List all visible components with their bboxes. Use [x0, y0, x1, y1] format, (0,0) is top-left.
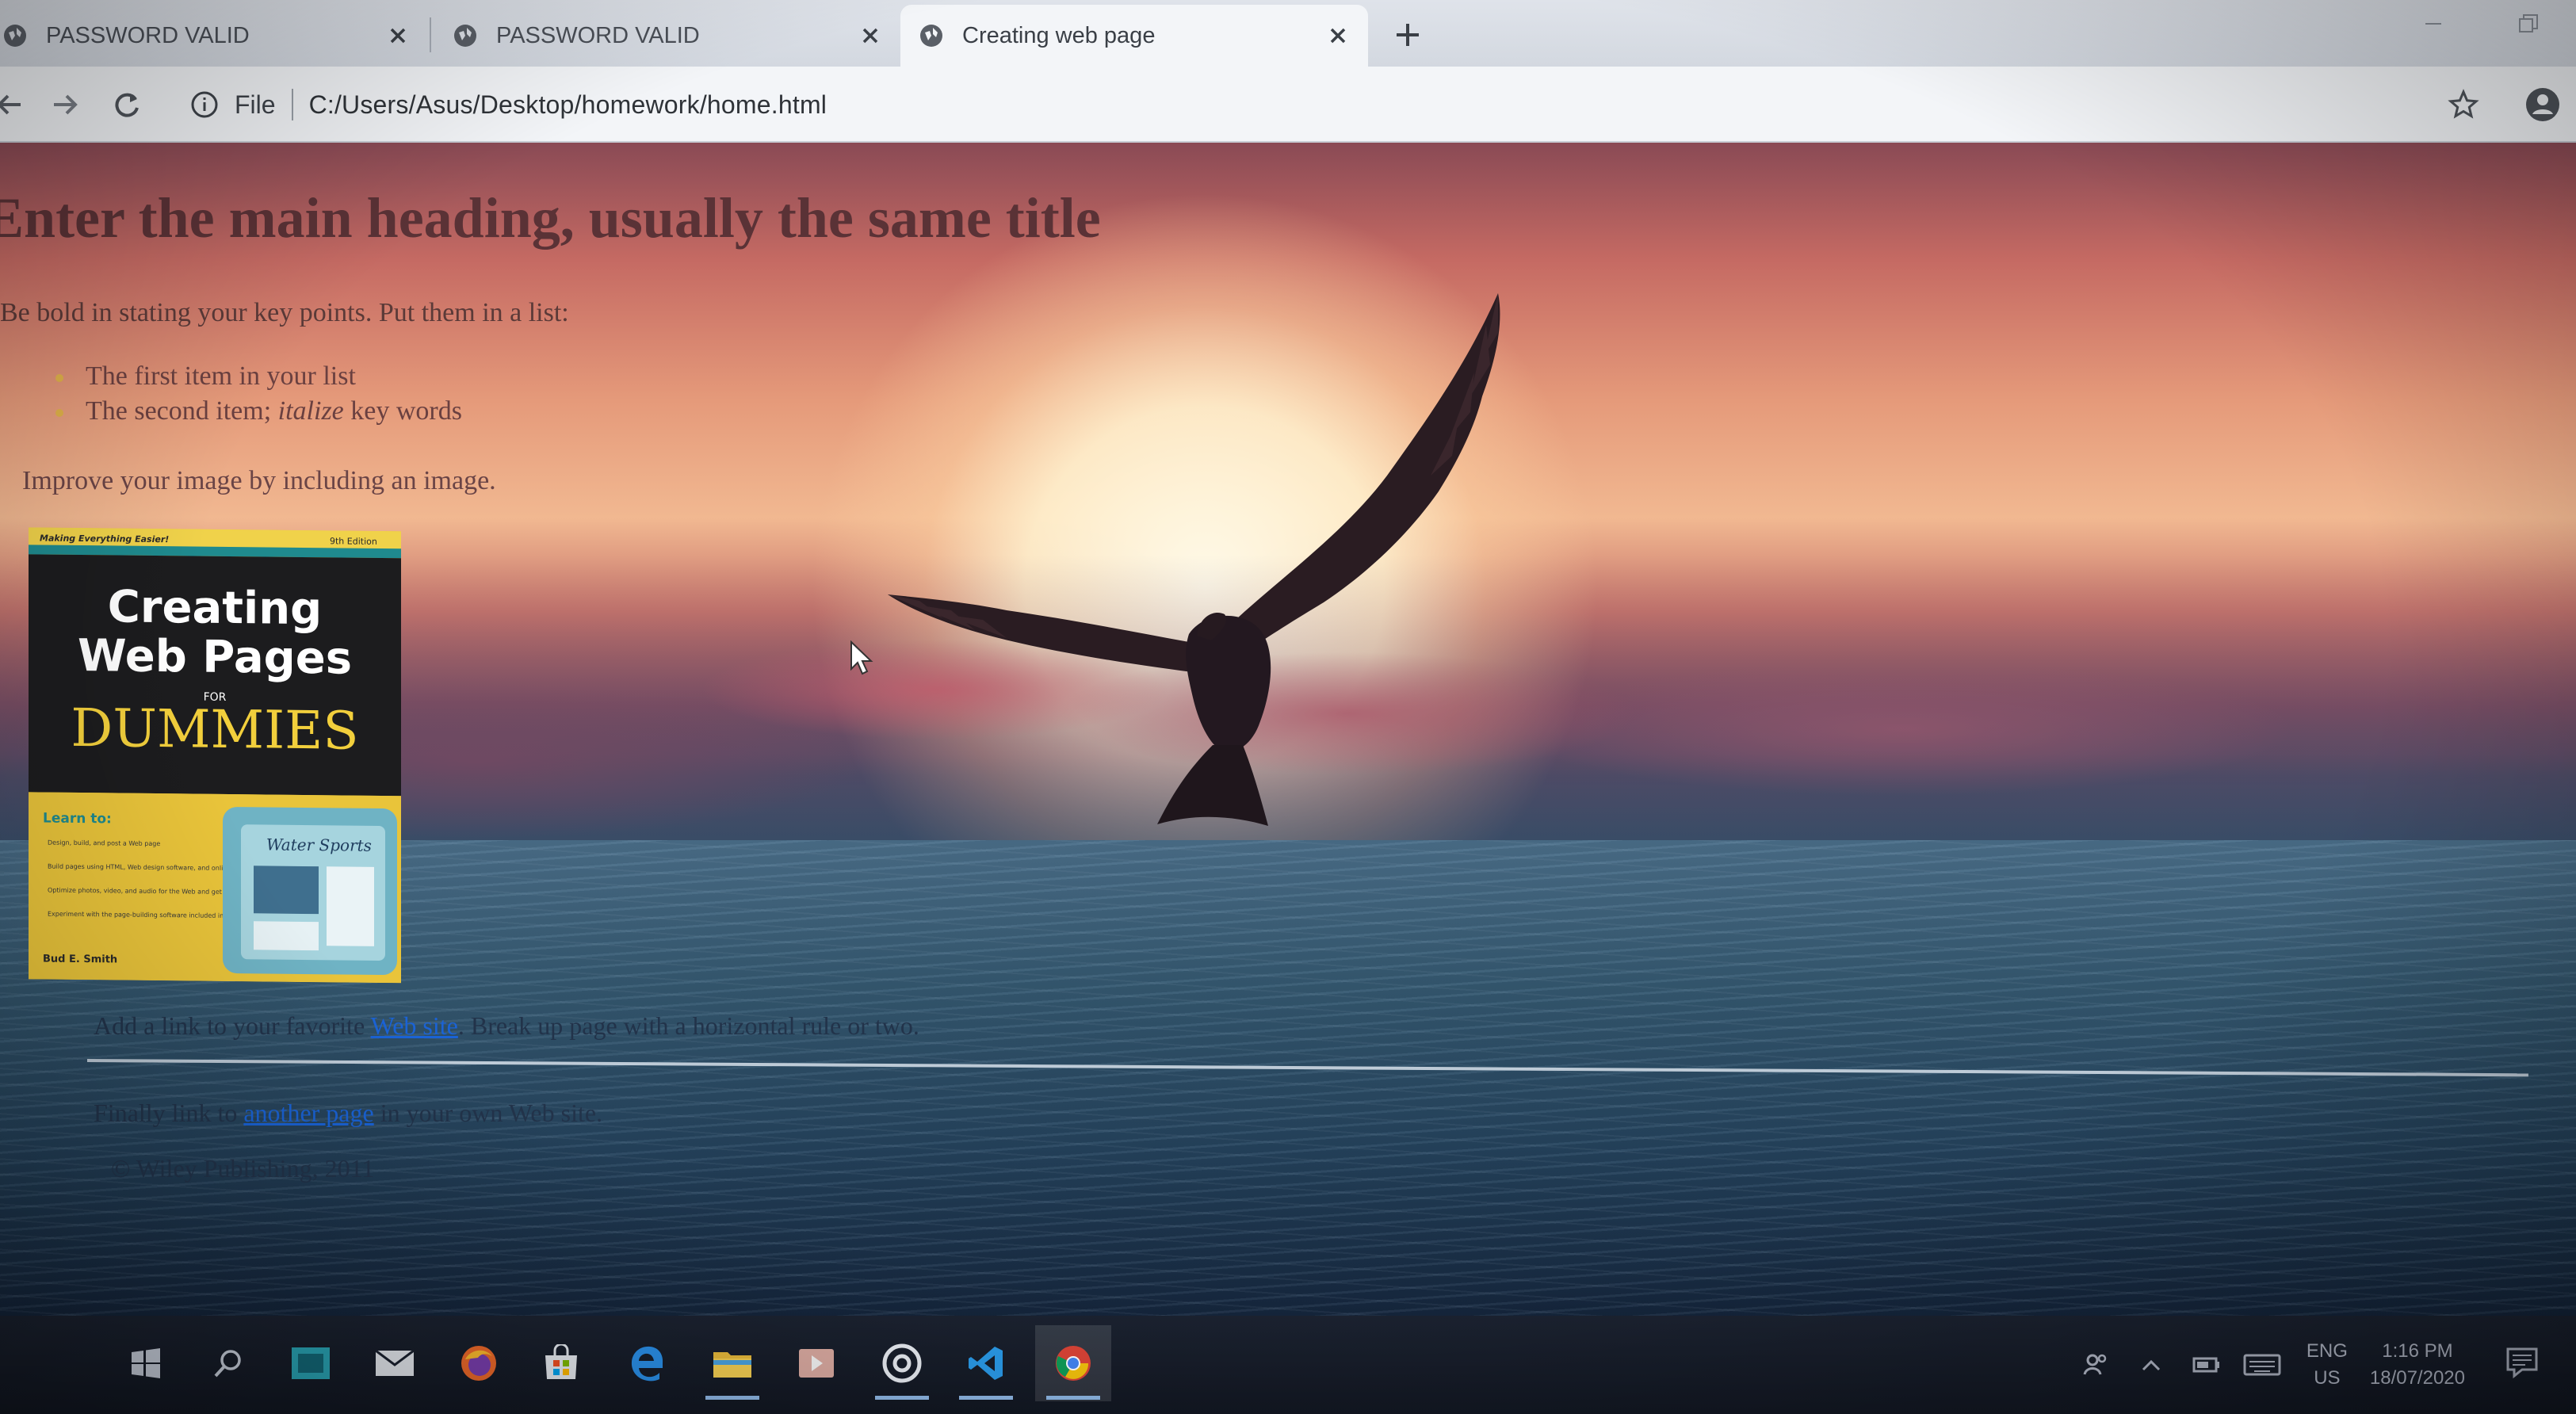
book-dummies: DUMMIES: [71, 697, 358, 762]
restore-button[interactable]: [2481, 0, 2576, 48]
copyright-footer: © Wiley Publishing, 2011: [111, 1154, 375, 1183]
italic-word: italize: [277, 396, 344, 426]
new-tab-button[interactable]: [1389, 16, 1427, 54]
link-paragraph-suffix: . Break up page with a horizontal rule o…: [457, 1011, 919, 1040]
battery-icon[interactable]: [2184, 1343, 2229, 1387]
book-inset-text: Water Sports: [266, 835, 372, 854]
profile-avatar-icon[interactable]: [2521, 82, 2565, 127]
improve-paragraph: Improve your image by including an image…: [22, 466, 496, 495]
mail-icon[interactable]: [357, 1325, 433, 1401]
page-content: Enter the main heading, usually the same…: [0, 143, 2576, 1316]
link-paragraph-prefix: Add a link to your favorite: [94, 1011, 371, 1040]
browser-toolbar: File C:/Users/Asus/Desktop/homework/home…: [0, 67, 2576, 143]
omnibox-divider: [291, 89, 293, 120]
tab-title: PASSWORD VALID: [496, 22, 700, 48]
edge-icon[interactable]: [609, 1325, 685, 1401]
file-explorer-icon[interactable]: [694, 1325, 770, 1401]
screen: PASSWORD VALID PASSWORD VALID Creating w…: [0, 0, 2576, 1414]
tab-separator: [430, 17, 431, 52]
book-learn-to: Learn to:: [43, 811, 112, 827]
scheme-label: File: [235, 90, 276, 119]
key-points-list: The first item in your list The second i…: [55, 361, 462, 431]
close-icon[interactable]: [854, 20, 886, 52]
tab-title: Creating web page: [962, 22, 1156, 48]
book-author: Bud E. Smith: [43, 953, 117, 966]
vscode-icon[interactable]: [948, 1325, 1024, 1401]
keyboard-icon[interactable]: [2240, 1343, 2284, 1387]
web-site-link[interactable]: Web site: [371, 1011, 458, 1040]
book-bullet: Design, build, and post a Web page: [48, 839, 160, 847]
clock[interactable]: 1:16 PM 18/07/2020: [2370, 1338, 2465, 1392]
book-title-line2: Web Pages: [78, 630, 352, 685]
input-language[interactable]: ENG US: [2307, 1338, 2348, 1392]
book-tagline: Making Everything Easier!: [40, 533, 169, 545]
minimize-button[interactable]: [2386, 0, 2481, 48]
globe-icon: [918, 22, 945, 49]
other-page-paragraph: Finally link to another page in your own…: [94, 1099, 602, 1128]
book-cover-image: Making Everything Easier! 9th Edition Cr…: [29, 527, 401, 984]
list-item-text: key words: [343, 396, 462, 426]
other-page-suffix: in your own Web site.: [373, 1099, 603, 1127]
page-viewport: Enter the main heading, usually the same…: [0, 143, 2576, 1316]
media-player-icon[interactable]: [778, 1325, 854, 1401]
tab-creating-web-page[interactable]: Creating web page: [900, 5, 1368, 67]
task-view-icon[interactable]: [273, 1325, 349, 1401]
people-icon[interactable]: [2073, 1343, 2118, 1387]
close-icon[interactable]: [382, 20, 414, 52]
reload-button[interactable]: [106, 84, 147, 125]
info-icon[interactable]: [187, 87, 222, 122]
window-controls: [2386, 0, 2576, 48]
tab-strip: PASSWORD VALID PASSWORD VALID Creating w…: [0, 0, 2576, 67]
mouse-cursor-icon: [850, 640, 873, 675]
intro-paragraph: Be bold in stating your key points. Put …: [0, 298, 569, 327]
globe-icon: [452, 22, 479, 49]
forward-button[interactable]: [44, 84, 86, 125]
link-paragraph: Add a link to your favorite Web site. Br…: [94, 1011, 919, 1041]
list-item-text: The second item;: [86, 396, 278, 426]
windows-start-icon[interactable]: [108, 1325, 184, 1401]
clock-date: 18/07/2020: [2369, 1367, 2465, 1389]
another-page-link[interactable]: another page: [243, 1099, 373, 1127]
list-item-text: The first item in your list: [86, 361, 356, 391]
list-item: The first item in your list: [55, 361, 462, 396]
language-code: ENG: [2306, 1340, 2348, 1362]
search-icon[interactable]: [190, 1325, 266, 1401]
tab-password-valid-1[interactable]: PASSWORD VALID: [0, 5, 428, 67]
firefox-icon[interactable]: [441, 1325, 517, 1401]
book-edition: 9th Edition: [330, 536, 377, 547]
region-code: US: [2314, 1367, 2341, 1389]
address-bar[interactable]: File C:/Users/Asus/Desktop/homework/home…: [176, 78, 2490, 132]
chevron-up-icon[interactable]: [2129, 1343, 2173, 1387]
clock-time: 1:16 PM: [2382, 1340, 2453, 1362]
main-heading: Enter the main heading, usually the same…: [0, 186, 1101, 250]
close-icon[interactable]: [1322, 20, 1354, 52]
system-tray: ENG US 1:16 PM 18/07/2020: [2073, 1325, 2481, 1404]
obs-icon[interactable]: [864, 1325, 940, 1401]
chrome-icon[interactable]: [1035, 1325, 1111, 1401]
other-page-prefix: Finally link to: [94, 1099, 244, 1127]
windows-taskbar: ENG US 1:16 PM 18/07/2020: [0, 1316, 2576, 1414]
list-item: The second item; italize key words: [55, 396, 462, 431]
bookmark-star-icon[interactable]: [2443, 84, 2484, 125]
back-button[interactable]: [0, 84, 30, 125]
globe-icon: [2, 22, 29, 49]
url-text[interactable]: C:/Users/Asus/Desktop/homework/home.html: [309, 90, 827, 120]
store-icon[interactable]: [523, 1325, 599, 1401]
tab-password-valid-2[interactable]: PASSWORD VALID: [434, 5, 900, 67]
action-center-icon[interactable]: [2500, 1339, 2544, 1384]
tab-title: PASSWORD VALID: [46, 22, 250, 48]
book-title-line1: Creating: [108, 581, 322, 635]
horizontal-rule: [86, 1059, 2528, 1077]
